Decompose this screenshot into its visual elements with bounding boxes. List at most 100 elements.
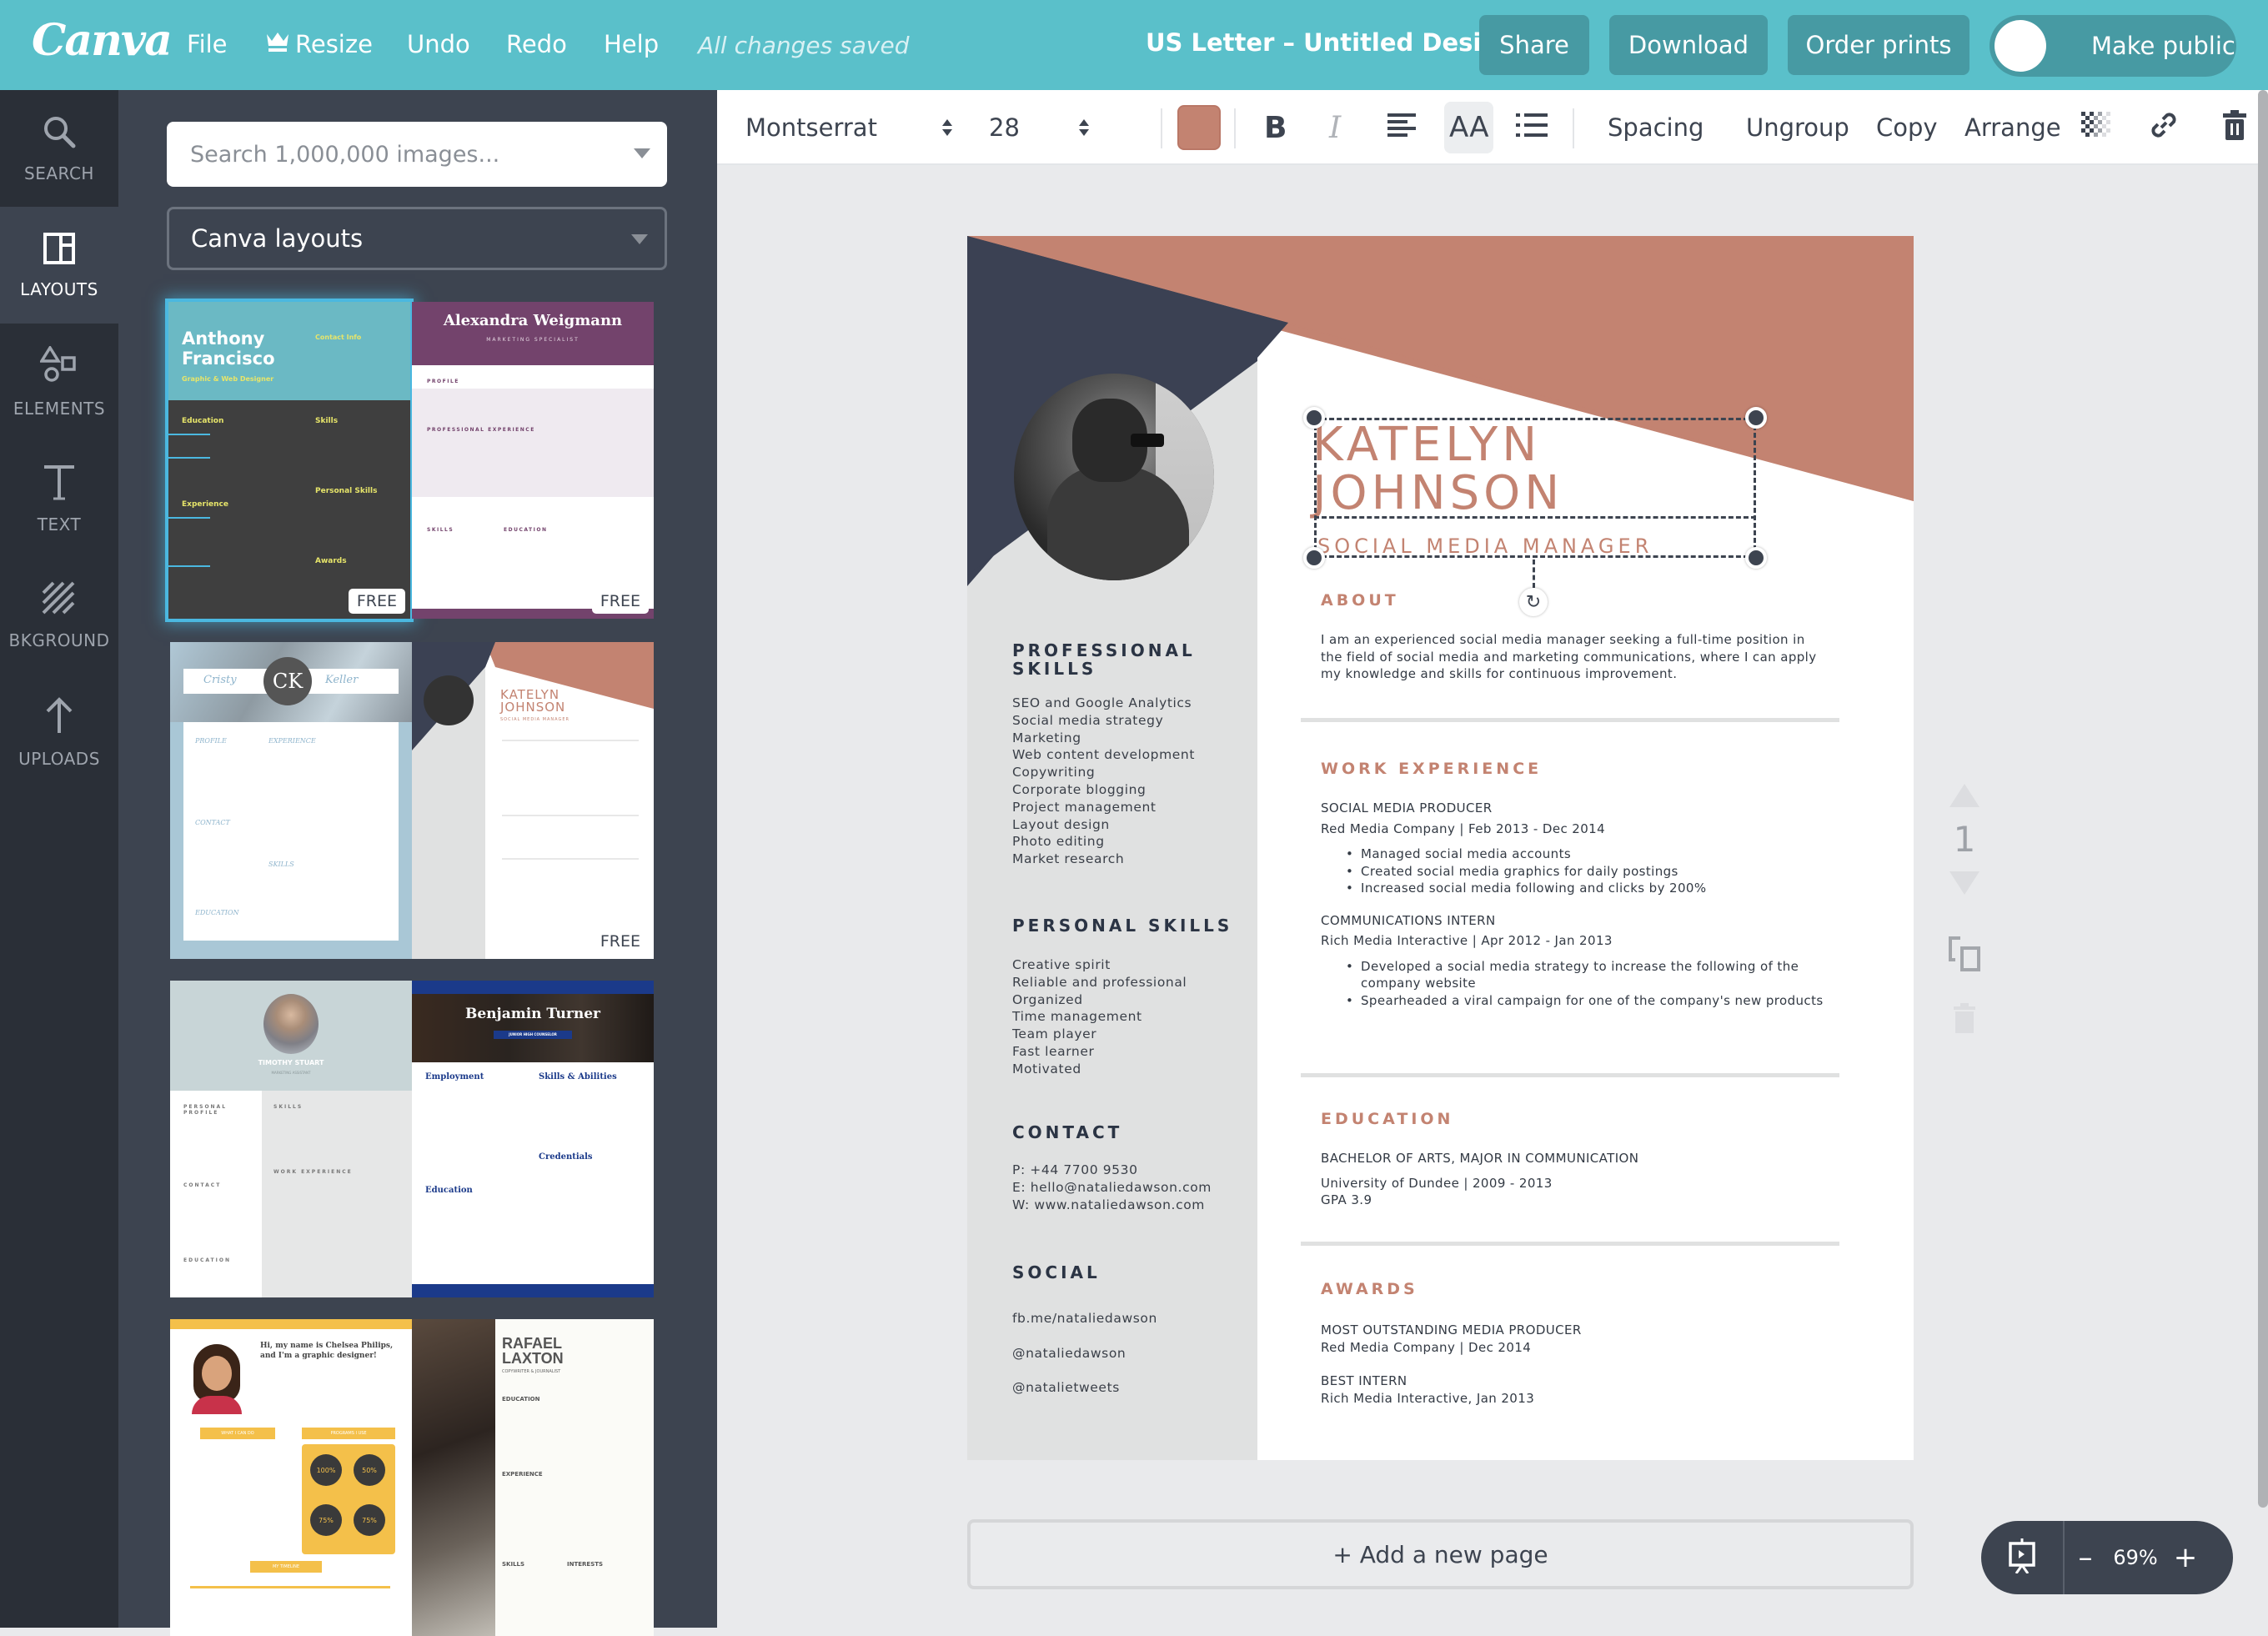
menu-file[interactable]: File xyxy=(187,30,228,58)
menu-redo[interactable]: Redo xyxy=(506,30,567,58)
template-section: PROFILE xyxy=(427,379,459,384)
nav-layouts[interactable]: LAYOUTS xyxy=(0,207,118,324)
nav-search[interactable]: SEARCH xyxy=(0,90,118,207)
transparency-checker-icon xyxy=(2081,111,2115,144)
template-cristy-keller[interactable]: Cristy CK Keller PROFILE EXPERIENCE CONT… xyxy=(170,642,412,959)
job-bullet: Managed social media accounts xyxy=(1346,846,1854,863)
timeline-line xyxy=(168,517,210,519)
template-section: Skills xyxy=(315,417,339,425)
resume-name[interactable]: KATELYN JOHNSON xyxy=(1312,421,1563,518)
move-page-down-icon[interactable] xyxy=(1949,871,1979,895)
template-chelsea-philips[interactable]: Hi, my name is Chelsea Philips, and I'm … xyxy=(170,1319,412,1636)
spacing-button[interactable]: Spacing xyxy=(1608,90,1704,165)
template-name: Anthony Francisco xyxy=(182,329,275,369)
menu-undo[interactable]: Undo xyxy=(407,30,470,58)
template-avatar-face xyxy=(202,1356,232,1391)
template-subtitle: COPYWRITER & JOURNALIST xyxy=(502,1369,561,1374)
background-icon xyxy=(42,581,77,630)
download-button[interactable]: Download xyxy=(1609,15,1768,75)
template-section: Education xyxy=(182,417,224,425)
resume-job-title[interactable]: SOCIAL MEDIA MANAGER xyxy=(1317,534,1653,558)
zoom-level[interactable]: 69% xyxy=(2106,1546,2165,1569)
awards-heading: AWARDS xyxy=(1321,1280,1418,1298)
resize-handle-bottom-left[interactable] xyxy=(1303,547,1325,569)
nav-uploads[interactable]: UPLOADS xyxy=(0,674,118,790)
resize-handle-top-right[interactable] xyxy=(1745,407,1767,429)
uppercase-button[interactable]: AA xyxy=(1444,102,1494,153)
duplicate-page-icon[interactable] xyxy=(1949,936,1980,975)
template-section: EDUCATION xyxy=(502,1396,540,1403)
arrange-button[interactable]: Arrange xyxy=(1964,90,2061,165)
bold-button[interactable]: B xyxy=(1264,90,1287,165)
present-button[interactable] xyxy=(1981,1521,2065,1594)
education-block[interactable]: BACHELOR OF ARTS, MAJOR IN COMMUNICATION… xyxy=(1321,1150,1638,1209)
skill-item: Web content development xyxy=(1012,747,1196,763)
list-button[interactable] xyxy=(1516,90,1548,165)
pro-skills-list: SEO and Google Analytics Social media str… xyxy=(1012,695,1195,868)
template-subtitle: MARKETING SPECIALIST xyxy=(486,337,580,343)
image-search-input[interactable]: Search 1,000,000 images... xyxy=(167,122,667,187)
vertical-scrollbar[interactable] xyxy=(2258,90,2268,1508)
copy-button[interactable]: Copy xyxy=(1876,90,1938,165)
nav-elements[interactable]: ELEMENTS xyxy=(0,324,118,440)
make-public-toggle[interactable]: Make public xyxy=(1990,15,2236,77)
template-subtitle: JUNIOR HIGH COUNSELOR xyxy=(494,1031,572,1039)
zoom-in-button[interactable]: + xyxy=(2165,1541,2206,1574)
text-icon xyxy=(43,464,76,514)
transparency-button[interactable] xyxy=(2081,90,2115,165)
align-button[interactable] xyxy=(1387,90,1418,165)
selection-inner-line xyxy=(1314,516,1756,519)
zoom-control: – 69% + xyxy=(1981,1521,2233,1594)
font-size-spinner[interactable] xyxy=(1079,90,1089,165)
template-rafael-laxton[interactable]: RAFAEL LAXTON COPYWRITER & JOURNALIST ED… xyxy=(412,1319,654,1636)
resume-page[interactable]: PROFESSIONAL SKILLS SEO and Google Analy… xyxy=(967,236,1914,1460)
menu-resize[interactable]: Resize xyxy=(265,30,373,58)
social-item: fb.me/nataliedawson xyxy=(1012,1311,1157,1326)
rotate-icon[interactable]: ↻ xyxy=(1519,588,1548,616)
resize-handle-top-left[interactable] xyxy=(1303,407,1325,429)
ungroup-button[interactable]: Ungroup xyxy=(1746,90,1849,165)
template-benjamin-turner[interactable]: Benjamin Turner JUNIOR HIGH COUNSELOR Em… xyxy=(412,981,654,1297)
template-section: EDUCATION xyxy=(504,527,548,533)
nav-text[interactable]: TEXT xyxy=(0,440,118,557)
document-title[interactable]: US Letter – Untitled Design xyxy=(1146,28,1516,57)
template-topband xyxy=(170,1319,412,1329)
delete-button[interactable] xyxy=(2223,90,2246,165)
nav-elements-label: ELEMENTS xyxy=(13,398,106,419)
social-item: @natalietweets xyxy=(1012,1380,1120,1396)
layout-filter-dropdown[interactable]: Canva layouts xyxy=(167,207,667,270)
job-role: COMMUNICATIONS INTERN xyxy=(1321,912,1496,928)
add-new-page-button[interactable]: + Add a new page xyxy=(967,1519,1914,1589)
template-timothy-stuart[interactable]: TIMOTHY STUART MARKETING ASSISTANT PERSO… xyxy=(170,981,412,1297)
font-family-select[interactable]: Montserrat xyxy=(745,90,877,165)
menu-help[interactable]: Help xyxy=(604,30,659,58)
template-katelyn-johnson[interactable]: KATELYN JOHNSON SOCIAL MEDIA MANAGER FRE… xyxy=(412,642,654,959)
template-subtitle: MARKETING ASSISTANT xyxy=(271,1071,311,1075)
nav-background[interactable]: BKGROUND xyxy=(0,557,118,674)
personal-skill-item: Reliable and professional xyxy=(1012,974,1187,990)
template-anthony-francisco[interactable]: Anthony Francisco Graphic & Web Designer… xyxy=(168,302,410,619)
personal-skill-item: Creative spirit xyxy=(1012,957,1111,972)
template-name-line: RAFAEL xyxy=(502,1335,562,1352)
delete-page-icon[interactable] xyxy=(1952,1003,1977,1036)
template-alexandra-weigmann[interactable]: Alexandra Weigmann MARKETING SPECIALIST … xyxy=(412,302,654,619)
order-prints-button[interactable]: Order prints xyxy=(1788,15,1969,75)
about-text[interactable]: I am an experienced social media manager… xyxy=(1321,631,1821,683)
resize-handle-bottom-right[interactable] xyxy=(1745,547,1767,569)
template-name: Alexandra Weigmann xyxy=(443,312,623,329)
font-size-input[interactable]: 28 xyxy=(989,90,1020,165)
template-topband xyxy=(412,981,654,994)
zoom-out-button[interactable]: – xyxy=(2065,1541,2106,1574)
chevron-down-icon[interactable] xyxy=(634,148,650,158)
profile-photo[interactable] xyxy=(1014,374,1214,580)
move-page-up-icon[interactable] xyxy=(1949,784,1979,807)
link-button[interactable] xyxy=(2148,90,2180,165)
italic-button[interactable]: I xyxy=(1329,90,1341,165)
bulleted-list-icon xyxy=(1516,113,1548,143)
awards-list[interactable]: MOST OUTSTANDING MEDIA PRODUCER Red Media… xyxy=(1321,1322,1582,1423)
work-experience[interactable]: SOCIAL MEDIA PRODUCER Red Media Company |… xyxy=(1321,800,1854,1009)
text-color-button[interactable] xyxy=(1177,90,1221,165)
font-family-spinner[interactable] xyxy=(942,90,952,165)
canva-logo[interactable]: Canva xyxy=(32,15,173,66)
share-button[interactable]: Share xyxy=(1479,15,1589,75)
